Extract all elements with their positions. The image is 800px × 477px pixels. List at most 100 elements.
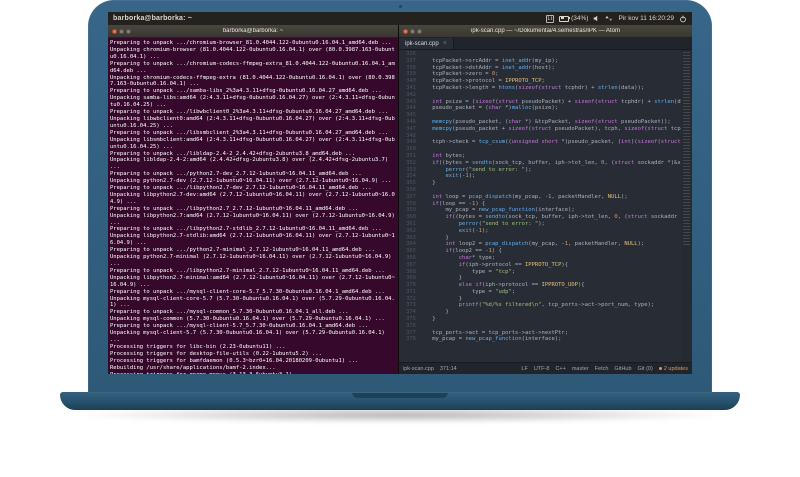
line-number: 344	[406, 105, 416, 112]
terminal-line: Preparing to unpack .../mysql-common_5.7…	[110, 309, 349, 316]
line-number: 351	[406, 152, 416, 159]
network-icon[interactable]	[605, 15, 613, 22]
line-number: 365	[406, 248, 416, 255]
terminal-titlebar[interactable]: barborka@barborka: ~	[108, 25, 398, 38]
line-number: 341	[406, 84, 416, 91]
line-number: 336	[406, 51, 416, 57]
line-number: 362	[406, 227, 416, 234]
line-number: 355	[406, 180, 416, 187]
status-right: LF UTF-8 C++ master Fetch GitHub Git (0) 2 upda…	[521, 366, 688, 372]
code-line: if(iph->protocol == IPPROTO_TCP){	[458, 261, 569, 268]
code-line: tcpPacket->zero = 0;	[419, 71, 499, 78]
line-number: 348	[406, 132, 416, 139]
status-item[interactable]: Git (0)	[638, 366, 653, 372]
line-number: 372	[406, 295, 416, 302]
code-line: }	[419, 234, 449, 241]
line-number: 340	[406, 78, 416, 85]
terminal-line: Unpacking python2.7-dev (2.7.12-1ubuntu0…	[110, 178, 392, 185]
status-item[interactable]: ipk-scan.cpp	[403, 366, 434, 372]
line-number: 337	[406, 57, 416, 64]
terminal-line: Preparing to unpack .../python2.7-minima…	[110, 247, 375, 254]
code-line: }	[419, 180, 436, 187]
status-item[interactable]: UTF-8	[534, 366, 550, 372]
status-item[interactable]: master	[572, 366, 589, 372]
code-line: if((bytes = sendto(sock_tcp, buffer, iph…	[445, 214, 682, 221]
maximize-button[interactable]	[126, 28, 131, 34]
code-line: }	[419, 316, 436, 323]
power-icon[interactable]	[679, 15, 687, 23]
terminal-line: Unpacking mysql-client-5.7 (5.7.30-0ubun…	[110, 330, 389, 343]
line-number: 369	[406, 275, 416, 282]
terminal-line: Unpacking chromium-codecs-ffmpeg-extra (…	[110, 74, 395, 88]
code-line: my_pcap = new_pcap_function(interface);	[419, 207, 575, 214]
code-line: tcpPacket->srcAddr = inet_addr(my_ip);	[419, 57, 559, 64]
code-line: int bytes;	[432, 152, 466, 159]
code-line: if(loop2 == -1) {	[445, 248, 502, 255]
code-line: exit(-1);	[445, 173, 476, 180]
line-number: 346	[406, 118, 416, 125]
terminal-line: Unpacking samba-libs:amd64 (2:4.3.11+dfs…	[110, 95, 395, 109]
tab-ipk-scan[interactable]: ipk-scan.cpp ×	[399, 38, 454, 49]
line-number: 345	[406, 112, 416, 119]
close-button[interactable]	[403, 28, 408, 34]
terminal-line: Unpacking chromium-browser (81.0.4044.12…	[110, 46, 395, 60]
minimize-button[interactable]	[410, 28, 415, 34]
terminal-line: Preparing to unpack .../mysql-client-cor…	[110, 288, 385, 295]
minimize-button[interactable]	[119, 28, 124, 34]
terminal-line: Preparing to unpack .../libwbclient0_2%3…	[110, 109, 389, 116]
clock[interactable]: Pir kov 11 16:20:29	[618, 15, 674, 22]
laptop-screen-bezel: barborka@barborka: ~ Lt (34%) Pir kov 11…	[88, 0, 712, 393]
line-number: 357	[406, 193, 416, 200]
status-item[interactable]: 371:14	[440, 366, 457, 372]
code-line: perror("send to error: ");	[445, 166, 532, 173]
volume-icon[interactable]	[593, 15, 600, 22]
line-number: 356	[406, 186, 416, 193]
terminal-line: Unpacking libpython2.7:amd64 (2.7.12-1ub…	[110, 212, 398, 226]
terminal-line: Preparing to unpack .../libpython2.7-dev…	[110, 185, 372, 192]
battery-indicator[interactable]: (34%)	[559, 15, 588, 22]
code-line: exit(-1);	[458, 227, 489, 234]
window-controls	[112, 28, 131, 34]
code-line: if(loop == -1) {	[432, 200, 486, 207]
code-line: type = "tcp";	[419, 268, 516, 275]
code-line: else if(iph->protocol == IPPROTO_UDP){	[458, 282, 585, 289]
line-number: 378	[406, 336, 416, 343]
tab-close-icon[interactable]: ×	[443, 40, 447, 47]
code-line: memcpy(pseudo_packet + sizeof(struct pse…	[432, 125, 681, 132]
status-item[interactable]: C++	[555, 366, 565, 372]
maximize-button[interactable]	[417, 28, 422, 34]
code-line: tcp_ports->act = tcp_ports->act->nextPtr…	[419, 329, 569, 336]
keyboard-layout-indicator[interactable]: Lt	[545, 14, 555, 23]
line-number: 359	[406, 207, 416, 214]
window-controls	[403, 28, 422, 34]
updates-badge[interactable]: 2 updates	[659, 366, 688, 372]
status-item[interactable]: GitHub	[614, 366, 631, 372]
code-line: perror("send to error: ");	[458, 220, 545, 227]
terminal-line: Unpacking mysql-client-core-5.7 (5.7.30-…	[110, 295, 395, 309]
code-line: memcpy(pseudo_packet, (char *) &tcpPacke…	[432, 118, 671, 125]
close-button[interactable]	[112, 28, 117, 34]
terminal-line: Preparing to unpack .../libpython2.7_2.7…	[110, 205, 359, 212]
minimap[interactable]	[681, 50, 692, 362]
code-line: }	[419, 309, 449, 316]
editor-titlebar[interactable]: ipk-scan.cpp — ~/Dokumentai/4.semestras/…	[399, 25, 692, 38]
line-number: 377	[406, 329, 416, 336]
terminal-line: Preparing to unpack .../mysql-client-5.7…	[110, 323, 369, 330]
terminal-body[interactable]: Preparing to unpack .../chromium-browser…	[108, 38, 398, 374]
status-item[interactable]: LF	[521, 366, 527, 372]
line-number: 354	[406, 173, 416, 180]
terminal-line: Preparing to unpack .../chromium-codecs-…	[110, 60, 395, 74]
code-area[interactable]: tcpPacket->srcAddr = inet_addr(my_ip); t…	[419, 50, 681, 362]
terminal-line: Processing triggers for desktop-file-uti…	[110, 350, 322, 357]
code-line: if((bytes = sendto(sock_tcp, buffer, iph…	[432, 159, 681, 166]
editor-window: ipk-scan.cpp — ~/Dokumentai/4.semestras/…	[399, 25, 692, 374]
terminal-line: Processing triggers for libc-bin (2.23-0…	[110, 343, 286, 350]
system-menubar: barborka@barborka: ~ Lt (34%) Pir kov 11…	[108, 12, 692, 25]
status-item[interactable]: Fetch	[595, 366, 609, 372]
code-editor: 336 337 338 339 340 341 342 343 344 345 346 347 348 3…	[399, 50, 692, 362]
line-number-gutter: 336 337 338 339 340 341 342 343 344 345 346 347 348 3…	[399, 50, 419, 362]
